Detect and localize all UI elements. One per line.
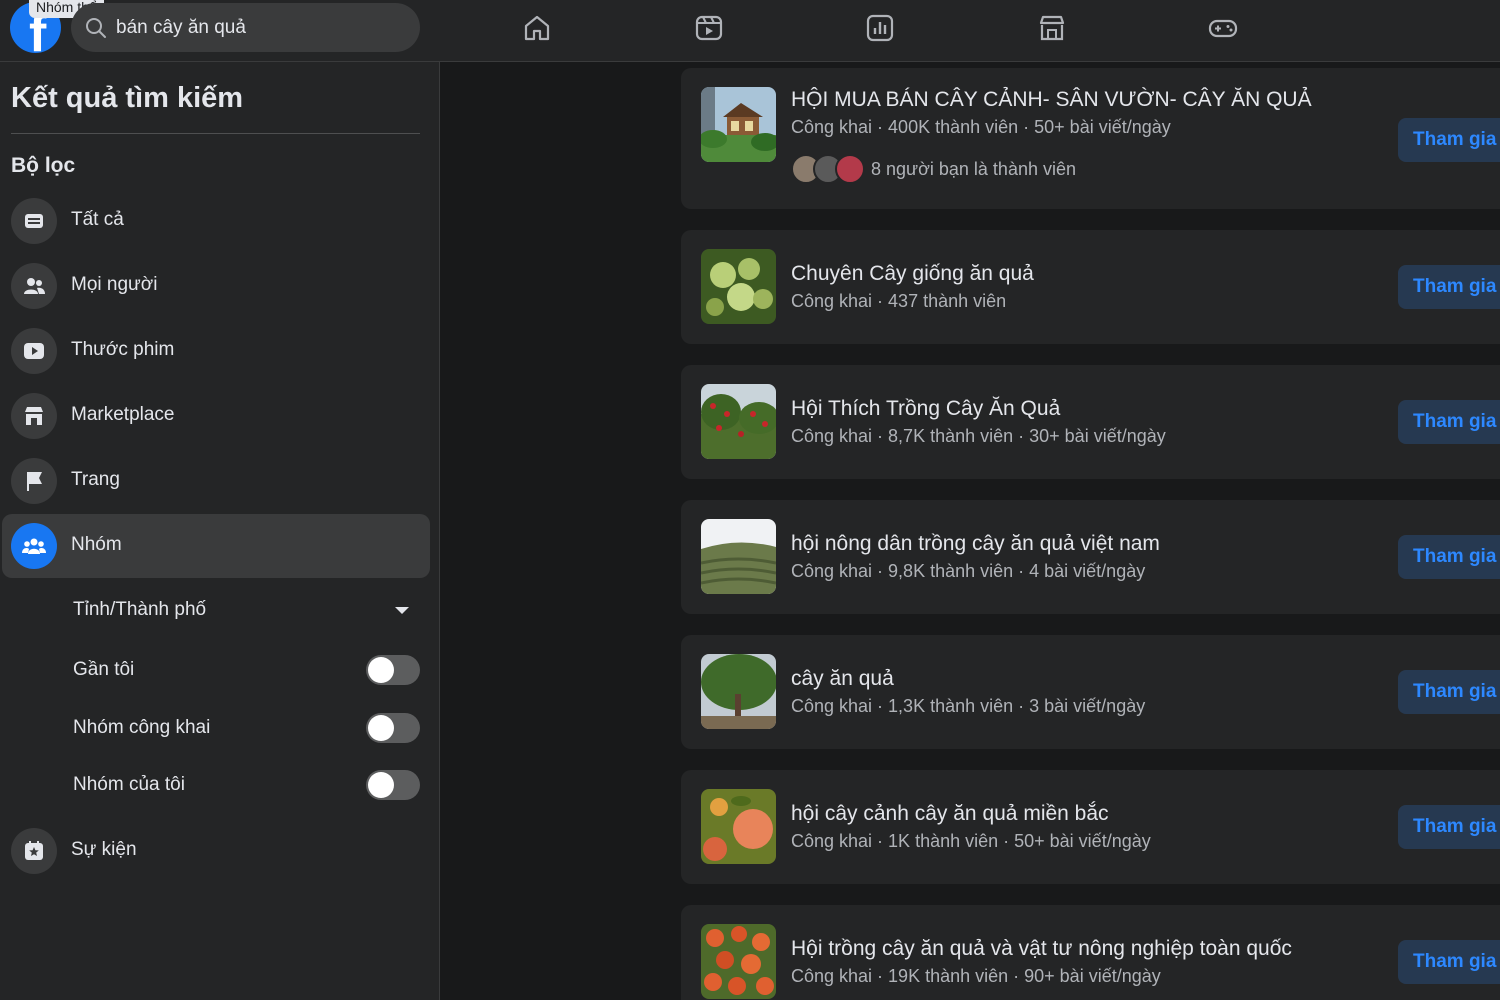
group-title[interactable]: Hội Thích Trồng Cây Ăn Quả — [791, 397, 1060, 421]
event-star-icon — [11, 828, 57, 874]
group-title[interactable]: HỘI MUA BÁN CÂY CẢNH- SÂN VƯỜN- CÂY ĂN Q… — [791, 88, 1312, 112]
join-button[interactable]: Tham gia — [1398, 940, 1500, 984]
my-groups-toggle[interactable] — [366, 770, 420, 800]
toggle-knob — [368, 657, 394, 683]
gaming-icon[interactable] — [1203, 8, 1243, 48]
join-button[interactable]: Tham gia — [1398, 265, 1500, 309]
group-title[interactable]: cây ăn quả — [791, 667, 894, 691]
group-meta: Công khai · 9,8K thành viên · 4 bài viết… — [791, 561, 1146, 581]
group-cover-image[interactable] — [701, 519, 776, 594]
mutual-friends-text: 8 người bạn là thành viên — [871, 158, 1076, 179]
group-result-card[interactable]: HỘI MUA BÁN CÂY CẢNH- SÂN VƯỜN- CÂY ĂN Q… — [681, 68, 1500, 209]
ads-chart-icon[interactable] — [860, 8, 900, 48]
join-button[interactable]: Tham gia — [1398, 118, 1500, 162]
filter-reels[interactable]: Thước phim — [2, 319, 430, 383]
mutual-friends-row: 8 người bạn là thành viên — [791, 154, 1076, 184]
group-cover-image[interactable] — [701, 249, 776, 324]
group-title[interactable]: Hội trồng cây ăn quả và vật tư nông nghi… — [791, 937, 1292, 961]
search-icon — [86, 18, 106, 38]
group-cover-image[interactable] — [701, 654, 776, 729]
group-result-card[interactable]: Hội Thích Trồng Cây Ăn Quả Công khai · 8… — [681, 365, 1500, 479]
join-button[interactable]: Tham gia — [1398, 400, 1500, 444]
divider — [11, 133, 420, 134]
my-groups-label: Nhóm của tôi — [73, 774, 185, 795]
group-result-card[interactable]: hội nông dân trồng cây ăn quả việt nam C… — [681, 500, 1500, 614]
filter-marketplace[interactable]: Marketplace — [2, 384, 430, 448]
group-meta: Công khai · 1K thành viên · 50+ bài viết… — [791, 831, 1151, 851]
filter-label: Trang — [71, 469, 120, 490]
filter-all[interactable]: Tất cả — [2, 189, 430, 253]
group-cover-image[interactable] — [701, 384, 776, 459]
public-groups-toggle[interactable] — [366, 713, 420, 743]
watch-icon[interactable] — [689, 8, 729, 48]
toggle-knob — [368, 715, 394, 741]
group-result-card[interactable]: hội cây cảnh cây ăn quả miền bắc Công kh… — [681, 770, 1500, 884]
group-result-card[interactable]: cây ăn quả Công khai · 1,3K thành viên ·… — [681, 635, 1500, 749]
filter-label: Mọi người — [71, 274, 158, 295]
filter-people[interactable]: Mọi người — [2, 254, 430, 318]
group-meta: Công khai · 437 thành viên — [791, 291, 1007, 311]
all-results-icon — [11, 198, 57, 244]
group-result-card[interactable]: Chuyên Cây giống ăn quả Công khai · 437 … — [681, 230, 1500, 344]
join-button[interactable]: Tham gia — [1398, 670, 1500, 714]
filter-label: Marketplace — [71, 404, 175, 425]
filter-label: Nhóm — [71, 534, 122, 555]
group-meta: Công khai · 19K thành viên · 90+ bài viế… — [791, 966, 1161, 986]
groups-icon — [11, 523, 57, 569]
search-filters-sidebar: Kết quả tìm kiếm Bộ lọc Tất cả Mọi người… — [0, 62, 440, 1000]
group-meta: Công khai · 8,7K thành viên · 30+ bài vi… — [791, 426, 1166, 446]
group-title[interactable]: Chuyên Cây giống ăn quả — [791, 262, 1034, 286]
avatar — [835, 154, 865, 184]
group-title[interactable]: hội cây cảnh cây ăn quả miền bắc — [791, 802, 1109, 826]
flag-icon — [11, 458, 57, 504]
join-button[interactable]: Tham gia — [1398, 535, 1500, 579]
filter-events[interactable]: Sự kiện — [2, 819, 430, 883]
near-me-toggle[interactable] — [366, 655, 420, 685]
group-cover-image[interactable] — [701, 789, 776, 864]
filters-heading: Bộ lọc — [11, 154, 76, 177]
page-title: Kết quả tìm kiếm — [11, 82, 244, 114]
filter-groups[interactable]: Nhóm — [2, 514, 430, 578]
public-groups-label: Nhóm công khai — [73, 717, 211, 738]
marketplace-icon — [11, 393, 57, 439]
group-cover-image[interactable] — [701, 924, 776, 999]
filter-label: Tất cả — [71, 209, 124, 230]
filter-label: Thước phim — [71, 339, 175, 360]
people-icon — [11, 263, 57, 309]
group-title[interactable]: hội nông dân trồng cây ăn quả việt nam — [791, 532, 1160, 556]
home-icon[interactable] — [517, 8, 557, 48]
group-result-card[interactable]: Hội trồng cây ăn quả và vật tư nông nghi… — [681, 905, 1500, 1000]
filter-pages[interactable]: Trang — [2, 449, 430, 513]
group-meta: Công khai · 1,3K thành viên · 3 bài viết… — [791, 696, 1146, 716]
search-bar[interactable] — [71, 3, 420, 52]
top-navigation-bar: f Nhóm thể — [0, 0, 1500, 62]
filter-label: Sự kiện — [71, 839, 137, 860]
reels-icon — [11, 328, 57, 374]
near-me-label: Gần tôi — [73, 659, 135, 680]
location-filter-label[interactable]: Tỉnh/Thành phố — [73, 599, 206, 621]
join-button[interactable]: Tham gia — [1398, 805, 1500, 849]
search-input[interactable] — [116, 3, 406, 52]
marketplace-icon[interactable] — [1032, 8, 1072, 48]
group-cover-image[interactable] — [701, 87, 776, 162]
group-meta: Công khai · 400K thành viên · 50+ bài vi… — [791, 117, 1171, 137]
chevron-down-icon[interactable] — [395, 607, 409, 614]
toggle-knob — [368, 772, 394, 798]
